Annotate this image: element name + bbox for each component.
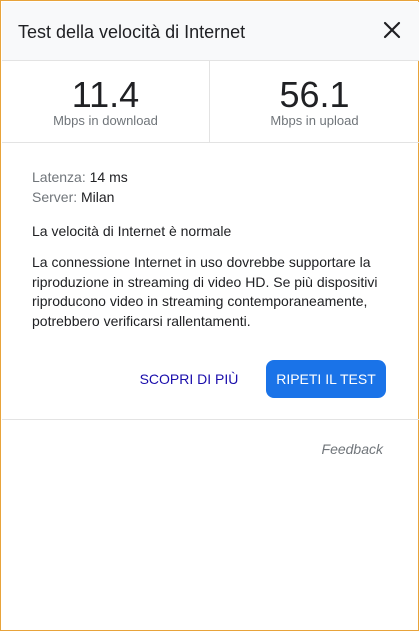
close-button[interactable] bbox=[381, 19, 403, 41]
upload-value: 56.1 bbox=[279, 74, 350, 115]
card-title: Test della velocità di Internet bbox=[18, 22, 246, 42]
download-result: 11.4 Mbps in download bbox=[2, 61, 210, 143]
latency-label: Latenza: bbox=[32, 169, 86, 185]
server-label: Server: bbox=[32, 189, 78, 205]
server-value: Milan bbox=[81, 189, 115, 205]
speed-results: 11.4 Mbps in download 56.1 Mbps in uploa… bbox=[2, 61, 419, 143]
latency-value: 14 ms bbox=[89, 169, 128, 185]
card-header: Test della velocità di Internet bbox=[2, 2, 419, 61]
learn-more-link[interactable]: SCOPRI DI PIÙ bbox=[129, 367, 249, 391]
latency-row: Latenza: 14 ms bbox=[32, 167, 392, 187]
close-icon bbox=[383, 21, 401, 39]
speed-test-card: Test della velocità di Internet 11.4 Mbp… bbox=[0, 0, 419, 631]
footer-divider bbox=[2, 419, 419, 420]
feedback-link[interactable]: Feedback bbox=[322, 441, 383, 457]
connection-details: Latenza: 14 ms Server: Milan bbox=[32, 167, 392, 207]
server-row: Server: Milan bbox=[32, 187, 392, 207]
speed-status: La velocità di Internet è normale bbox=[32, 223, 232, 239]
download-value: 11.4 bbox=[71, 74, 140, 115]
upload-unit: Mbps in upload bbox=[270, 113, 359, 128]
speed-description: La connessione Internet in uso dovrebbe … bbox=[32, 254, 378, 329]
download-unit: Mbps in download bbox=[53, 113, 158, 128]
retest-button[interactable]: RIPETI IL TEST bbox=[266, 360, 386, 398]
upload-result: 56.1 Mbps in upload bbox=[210, 61, 419, 143]
